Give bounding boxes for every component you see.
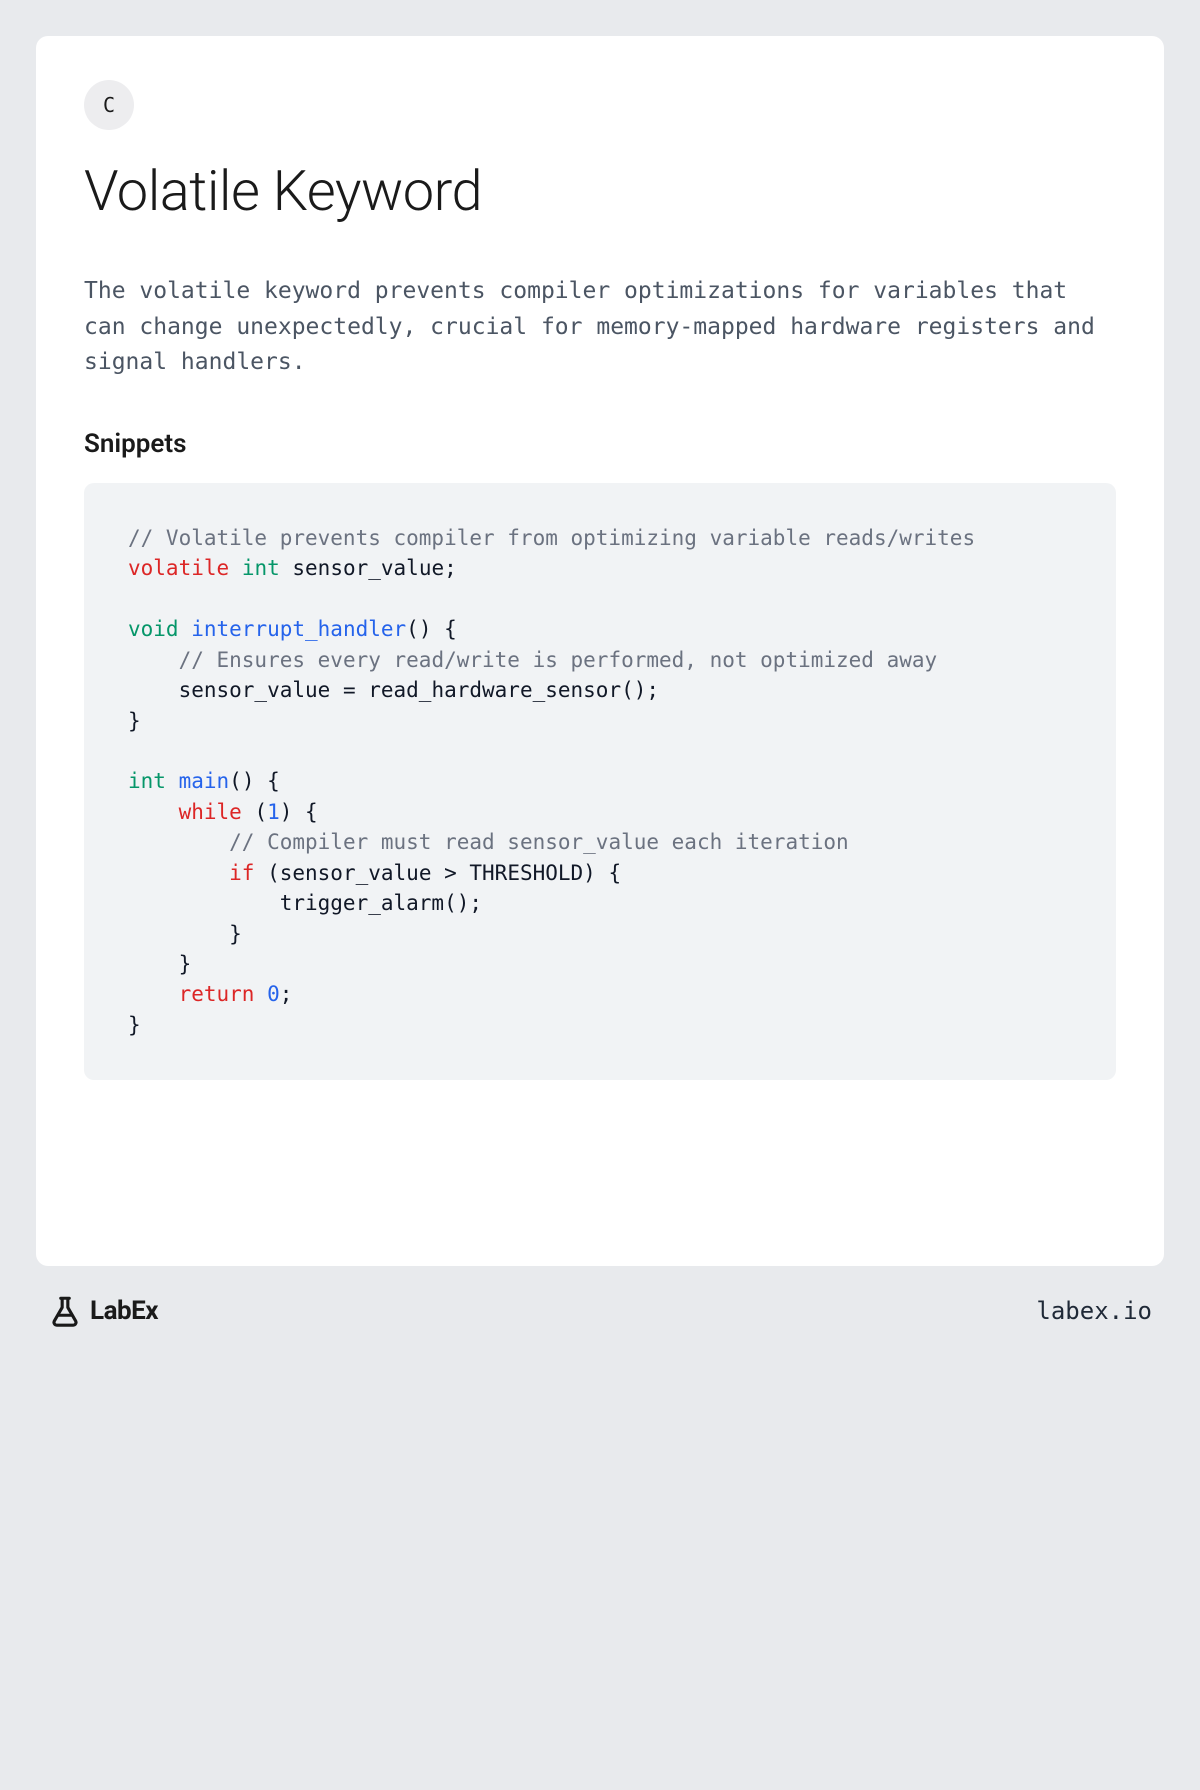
logo-text: LabEx	[90, 1296, 158, 1326]
flask-icon	[48, 1294, 82, 1328]
code-comment: // Ensures every read/write is performed…	[179, 648, 938, 672]
code-number: 0	[267, 982, 280, 1006]
code-text: trigger_alarm();	[128, 891, 482, 915]
code-type: int	[128, 769, 166, 793]
code-text: sensor_value;	[280, 556, 457, 580]
code-snippet: // Volatile prevents compiler from optim…	[84, 483, 1116, 1080]
code-text: (	[242, 800, 267, 824]
code-number: 1	[267, 800, 280, 824]
snippets-heading: Snippets	[84, 429, 1116, 459]
code-comment: // Volatile prevents compiler from optim…	[128, 526, 975, 550]
code-function: main	[179, 769, 230, 793]
code-type: void	[128, 617, 179, 641]
code-text: () {	[406, 617, 457, 641]
code-text: (sensor_value > THRESHOLD) {	[254, 861, 621, 885]
code-text: }	[128, 1013, 141, 1037]
code-keyword: if	[229, 861, 254, 885]
language-badge: C	[84, 80, 134, 130]
code-text: ;	[280, 982, 293, 1006]
content-card: C Volatile Keyword The volatile keyword …	[36, 36, 1164, 1266]
code-keyword: volatile	[128, 556, 229, 580]
page-title: Volatile Keyword	[84, 158, 1116, 224]
code-keyword: return	[179, 982, 255, 1006]
code-comment: // Compiler must read sensor_value each …	[229, 830, 849, 854]
code-text: }	[128, 709, 141, 733]
code-text: ) {	[280, 800, 318, 824]
code-text: sensor_value = read_hardware_sensor();	[128, 678, 659, 702]
logo: LabEx	[48, 1294, 158, 1328]
description-text: The volatile keyword prevents compiler o…	[84, 274, 1116, 381]
code-text: () {	[229, 769, 280, 793]
code-type: int	[242, 556, 280, 580]
footer: LabEx labex.io	[36, 1266, 1164, 1328]
site-url: labex.io	[1036, 1297, 1152, 1325]
code-text: }	[128, 922, 242, 946]
code-keyword: while	[179, 800, 242, 824]
code-text: }	[128, 952, 191, 976]
code-function: interrupt_handler	[191, 617, 406, 641]
